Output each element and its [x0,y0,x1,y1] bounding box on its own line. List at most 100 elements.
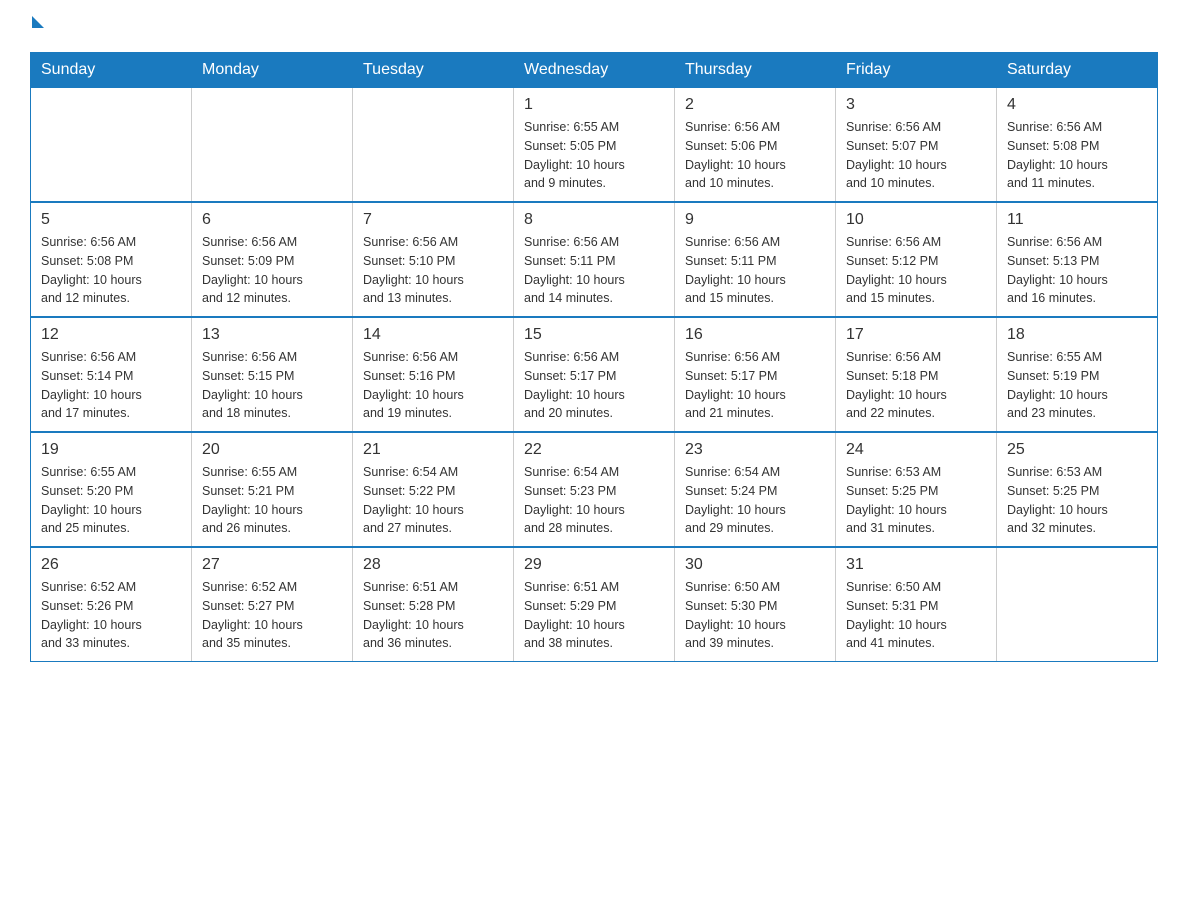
day-info: Sunrise: 6:55 AMSunset: 5:21 PMDaylight:… [202,463,342,538]
calendar-header-friday: Friday [836,53,997,88]
calendar-cell: 20 Sunrise: 6:55 AMSunset: 5:21 PMDayligh… [192,432,353,547]
day-number: 17 [846,326,986,344]
calendar-header-sunday: Sunday [31,53,192,88]
day-number: 28 [363,556,503,574]
calendar-cell: 4 Sunrise: 6:56 AMSunset: 5:08 PMDaylight… [997,88,1158,203]
day-number: 8 [524,211,664,229]
day-number: 25 [1007,441,1147,459]
calendar-cell: 9 Sunrise: 6:56 AMSunset: 5:11 PMDaylight… [675,202,836,317]
day-info: Sunrise: 6:56 AMSunset: 5:17 PMDaylight:… [685,348,825,423]
calendar-week-row: 5 Sunrise: 6:56 AMSunset: 5:08 PMDaylight… [31,202,1158,317]
day-number: 24 [846,441,986,459]
logo-line1 [30,20,44,32]
day-number: 5 [41,211,181,229]
calendar-cell: 13 Sunrise: 6:56 AMSunset: 5:15 PMDayligh… [192,317,353,432]
calendar-cell [31,88,192,203]
calendar-cell [353,88,514,203]
calendar-cell: 19 Sunrise: 6:55 AMSunset: 5:20 PMDayligh… [31,432,192,547]
calendar-cell [192,88,353,203]
day-number: 11 [1007,211,1147,229]
calendar-cell: 10Sunrise: 6:56 AMSunset: 5:12 PMDayligh… [836,202,997,317]
day-number: 7 [363,211,503,229]
calendar-cell: 23 Sunrise: 6:54 AMSunset: 5:24 PMDayligh… [675,432,836,547]
day-info: Sunrise: 6:56 AMSunset: 5:08 PMDaylight:… [1007,118,1147,193]
day-number: 14 [363,326,503,344]
calendar-cell: 16 Sunrise: 6:56 AMSunset: 5:17 PMDayligh… [675,317,836,432]
day-info: Sunrise: 6:56 AMSunset: 5:16 PMDaylight:… [363,348,503,423]
day-info: Sunrise: 6:51 AMSunset: 5:29 PMDaylight:… [524,578,664,653]
day-number: 31 [846,556,986,574]
day-info: Sunrise: 6:56 AMSunset: 5:07 PMDaylight:… [846,118,986,193]
day-number: 2 [685,96,825,114]
day-number: 18 [1007,326,1147,344]
day-info: Sunrise: 6:54 AMSunset: 5:24 PMDaylight:… [685,463,825,538]
day-number: 13 [202,326,342,344]
day-info: Sunrise: 6:56 AMSunset: 5:09 PMDaylight:… [202,233,342,308]
calendar-week-row: 12Sunrise: 6:56 AMSunset: 5:14 PMDayligh… [31,317,1158,432]
day-info: Sunrise: 6:56 AMSunset: 5:12 PMDaylight:… [846,233,986,308]
day-info: Sunrise: 6:56 AMSunset: 5:08 PMDaylight:… [41,233,181,308]
calendar-cell: 3 Sunrise: 6:56 AMSunset: 5:07 PMDaylight… [836,88,997,203]
day-number: 16 [685,326,825,344]
calendar-cell: 5 Sunrise: 6:56 AMSunset: 5:08 PMDaylight… [31,202,192,317]
day-info: Sunrise: 6:56 AMSunset: 5:11 PMDaylight:… [524,233,664,308]
calendar-header-tuesday: Tuesday [353,53,514,88]
day-info: Sunrise: 6:56 AMSunset: 5:14 PMDaylight:… [41,348,181,423]
day-info: Sunrise: 6:55 AMSunset: 5:20 PMDaylight:… [41,463,181,538]
calendar-table: SundayMondayTuesdayWednesdayThursdayFrid… [30,52,1158,662]
day-number: 23 [685,441,825,459]
calendar-cell [997,547,1158,662]
calendar-week-row: 19 Sunrise: 6:55 AMSunset: 5:20 PMDayligh… [31,432,1158,547]
day-number: 22 [524,441,664,459]
day-info: Sunrise: 6:56 AMSunset: 5:13 PMDaylight:… [1007,233,1147,308]
calendar-cell: 11 Sunrise: 6:56 AMSunset: 5:13 PMDayligh… [997,202,1158,317]
calendar-cell: 7 Sunrise: 6:56 AMSunset: 5:10 PMDaylight… [353,202,514,317]
calendar-cell: 18Sunrise: 6:55 AMSunset: 5:19 PMDayligh… [997,317,1158,432]
calendar-cell: 12Sunrise: 6:56 AMSunset: 5:14 PMDayligh… [31,317,192,432]
day-number: 21 [363,441,503,459]
day-info: Sunrise: 6:53 AMSunset: 5:25 PMDaylight:… [846,463,986,538]
day-info: Sunrise: 6:56 AMSunset: 5:17 PMDaylight:… [524,348,664,423]
day-number: 20 [202,441,342,459]
day-info: Sunrise: 6:54 AMSunset: 5:22 PMDaylight:… [363,463,503,538]
logo-arrow-icon [32,16,44,28]
day-info: Sunrise: 6:52 AMSunset: 5:26 PMDaylight:… [41,578,181,653]
day-number: 15 [524,326,664,344]
day-number: 4 [1007,96,1147,114]
calendar-header-thursday: Thursday [675,53,836,88]
day-number: 9 [685,211,825,229]
calendar-cell: 22Sunrise: 6:54 AMSunset: 5:23 PMDayligh… [514,432,675,547]
day-number: 6 [202,211,342,229]
day-number: 19 [41,441,181,459]
calendar-header-row: SundayMondayTuesdayWednesdayThursdayFrid… [31,53,1158,88]
calendar-cell: 25 Sunrise: 6:53 AMSunset: 5:25 PMDayligh… [997,432,1158,547]
day-info: Sunrise: 6:56 AMSunset: 5:11 PMDaylight:… [685,233,825,308]
calendar-cell: 29Sunrise: 6:51 AMSunset: 5:29 PMDayligh… [514,547,675,662]
day-info: Sunrise: 6:55 AMSunset: 5:05 PMDaylight:… [524,118,664,193]
day-number: 1 [524,96,664,114]
calendar-header-monday: Monday [192,53,353,88]
day-info: Sunrise: 6:53 AMSunset: 5:25 PMDaylight:… [1007,463,1147,538]
logo-container [30,20,44,32]
day-number: 30 [685,556,825,574]
calendar-cell: 6 Sunrise: 6:56 AMSunset: 5:09 PMDaylight… [192,202,353,317]
calendar-cell: 28 Sunrise: 6:51 AMSunset: 5:28 PMDayligh… [353,547,514,662]
day-number: 26 [41,556,181,574]
day-info: Sunrise: 6:52 AMSunset: 5:27 PMDaylight:… [202,578,342,653]
logo [30,20,44,32]
calendar-cell: 17 Sunrise: 6:56 AMSunset: 5:18 PMDayligh… [836,317,997,432]
day-info: Sunrise: 6:50 AMSunset: 5:31 PMDaylight:… [846,578,986,653]
day-info: Sunrise: 6:56 AMSunset: 5:10 PMDaylight:… [363,233,503,308]
calendar-week-row: 26 Sunrise: 6:52 AMSunset: 5:26 PMDayligh… [31,547,1158,662]
day-info: Sunrise: 6:50 AMSunset: 5:30 PMDaylight:… [685,578,825,653]
day-info: Sunrise: 6:51 AMSunset: 5:28 PMDaylight:… [363,578,503,653]
day-info: Sunrise: 6:56 AMSunset: 5:15 PMDaylight:… [202,348,342,423]
day-info: Sunrise: 6:56 AMSunset: 5:06 PMDaylight:… [685,118,825,193]
calendar-header-wednesday: Wednesday [514,53,675,88]
calendar-cell: 14 Sunrise: 6:56 AMSunset: 5:16 PMDayligh… [353,317,514,432]
day-number: 27 [202,556,342,574]
day-number: 3 [846,96,986,114]
calendar-cell: 31 Sunrise: 6:50 AMSunset: 5:31 PMDayligh… [836,547,997,662]
calendar-week-row: 1 Sunrise: 6:55 AMSunset: 5:05 PMDaylight… [31,88,1158,203]
day-info: Sunrise: 6:56 AMSunset: 5:18 PMDaylight:… [846,348,986,423]
